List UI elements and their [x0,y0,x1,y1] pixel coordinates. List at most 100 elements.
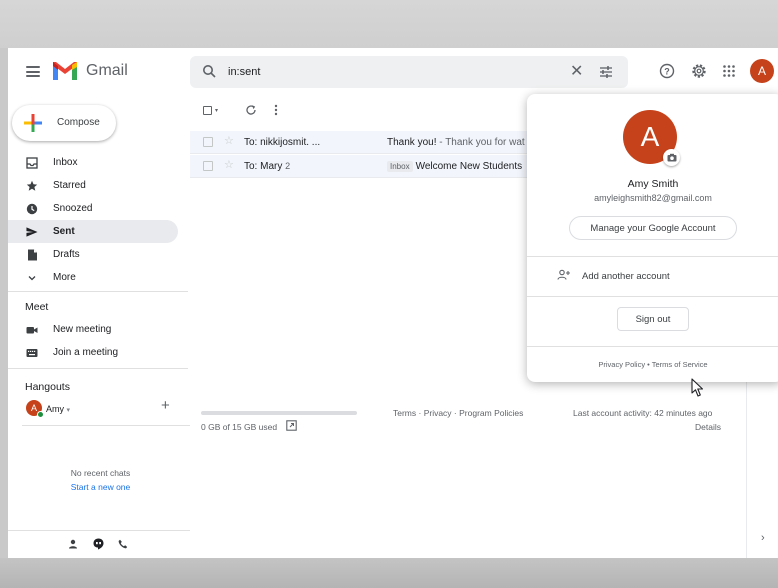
sidebar-divider [8,291,188,292]
sidebar-bottom-divider [8,530,190,531]
account-avatar-button[interactable]: A [750,59,774,83]
top-bezel [0,0,778,48]
start-new-chat-link[interactable]: Start a new one [8,482,193,492]
sign-out-button[interactable]: Sign out [617,307,689,331]
sidebar-item-drafts[interactable]: Drafts [8,243,178,266]
program-policies-links[interactable]: Terms · Privacy · Program Policies [393,408,523,418]
sidebar-item-label: Snoozed [53,203,93,214]
sidebar-item-label: Drafts [53,249,80,260]
star-icon [26,180,38,192]
subject: Thank you! - Thank you for wat [387,137,525,148]
hangouts-user-selector[interactable]: Amy ▾ [46,404,70,414]
recipient: To: Mary 2 [244,161,291,172]
hangouts-user-name: Amy [46,404,64,414]
video-camera-icon [26,324,38,336]
online-status-dot [37,411,44,418]
star-outline-icon[interactable]: ☆ [224,134,234,147]
snippet: - Thank you for wat [436,137,525,148]
sidebar-item-label: Starred [53,180,86,191]
hangouts-divider [22,425,190,426]
sidebar-item-sent[interactable]: Sent [8,220,178,243]
hangouts-chat-icon[interactable] [93,538,104,553]
table-row[interactable]: ☆ To: nikkijosmit. ... Thank you! - Than… [190,131,528,154]
popup-divider [527,256,778,257]
refresh-icon[interactable] [245,104,257,116]
search-bar: ✕ [190,56,628,88]
popup-divider [527,346,778,347]
caret-down-icon: ▾ [215,108,219,114]
gmail-m-icon [53,62,77,80]
new-meeting-label: New meeting [53,324,112,335]
add-account-label: Add another account [582,271,670,282]
settings-gear-icon[interactable] [690,62,708,80]
select-all-checkbox[interactable]: ▾ [203,106,218,115]
terms-of-service-link[interactable]: Terms of Service [652,360,708,369]
manage-account-button[interactable]: Manage your Google Account [569,216,737,240]
popup-divider [527,296,778,297]
chevron-down-icon [26,272,38,284]
sidebar-item-label: Inbox [53,157,78,168]
account-email: amyleighsmith82@gmail.com [594,193,712,203]
row-checkbox[interactable] [203,137,213,147]
gmail-window: Gmail ✕ ? A [8,48,778,558]
details-link[interactable]: Details [695,422,721,432]
add-person-icon [557,269,570,280]
svg-text:?: ? [664,67,670,77]
main-menu-icon[interactable] [26,66,40,77]
compose-plus-icon [24,114,42,132]
contacts-person-icon[interactable] [68,539,78,552]
sidebar-item-more[interactable]: More [8,266,178,289]
draft-icon [26,249,38,261]
meet-heading: Meet [25,301,49,313]
join-meeting-label: Join a meeting [53,347,119,358]
clear-search-icon[interactable]: ✕ [570,62,583,82]
gmail-logo[interactable]: Gmail [52,61,128,81]
phone-icon[interactable] [118,539,128,552]
join-meeting-item[interactable]: Join a meeting [8,341,178,364]
subject: Inbox Welcome New Students [387,161,522,172]
bottom-bezel [0,558,778,588]
no-recent-chats-text: No recent chats [70,468,131,478]
inbox-label-badge[interactable]: Inbox [387,161,413,172]
sidebar-item-inbox[interactable]: Inbox [8,151,178,174]
new-meeting-item[interactable]: New meeting [8,318,178,341]
last-activity-text: Last account activity: 42 minutes ago [573,408,713,418]
storage-text: 0 GB of 15 GB used [201,422,278,432]
compose-label: Compose [57,117,100,128]
inbox-icon [26,157,38,169]
sidebar-item-label: Sent [53,226,75,237]
mouse-pointer-icon [691,378,704,397]
storage-usage-bar [201,411,357,415]
search-icon[interactable] [202,64,216,78]
search-options-icon[interactable] [598,64,614,80]
more-vert-icon[interactable] [274,104,278,116]
star-outline-icon[interactable]: ☆ [224,158,234,171]
caret-down-icon: ▾ [66,407,71,414]
recipient: To: nikkijosmit. ... [244,137,321,148]
add-account-item[interactable]: Add another account [527,264,778,288]
popup-footer: Privacy Policy • Terms of Service [527,360,778,369]
thread-count: 2 [285,161,291,171]
compose-button[interactable]: Compose [12,105,116,141]
clock-icon [26,203,38,215]
table-row[interactable]: ☆ To: Mary 2 Inbox Welcome New Students [190,155,528,178]
hangouts-heading: Hangouts [25,381,70,393]
sidebar-item-label: More [53,272,76,283]
privacy-policy-link[interactable]: Privacy Policy [598,360,645,369]
open-storage-icon[interactable] [286,420,297,431]
help-icon[interactable]: ? [658,62,676,80]
sidebar-divider [8,368,188,369]
account-popup: A Amy Smith amyleighsmith82@gmail.com Ma… [527,94,778,382]
apps-grid-icon[interactable] [720,62,738,80]
sidebar-item-starred[interactable]: Starred [8,174,178,197]
search-input[interactable] [228,62,548,82]
camera-icon[interactable] [663,149,680,166]
account-name: Amy Smith [627,178,679,190]
row-checkbox[interactable] [203,161,213,171]
gmail-wordmark: Gmail [86,62,128,79]
keyboard-icon [26,347,38,359]
add-chat-plus-icon[interactable]: + [161,398,170,413]
expand-side-panel-icon[interactable]: › [761,532,765,544]
sidebar-item-snoozed[interactable]: Snoozed [8,197,178,220]
send-icon [26,226,38,238]
